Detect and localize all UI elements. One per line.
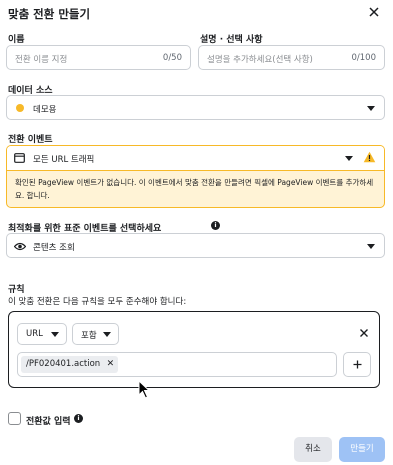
rule-value-input[interactable]: /PF020401.action ✕ bbox=[17, 352, 337, 377]
dialog-header: 맞춤 전환 만들기 bbox=[0, 0, 393, 24]
rule-operator-value: 포함 bbox=[81, 331, 97, 341]
create-custom-conversion-dialog: 맞춤 전환 만들기 이름 전환 이름 지정 0/50 설명 · 선택 사항 설명… bbox=[0, 0, 393, 465]
create-button[interactable]: 만들기 bbox=[339, 437, 385, 462]
rules-description: 이 맞춤 전환은 다음 규칙을 모두 준수해야 합니다: bbox=[8, 297, 187, 307]
dialog-title: 맞춤 전환 만들기 bbox=[8, 7, 91, 21]
name-placeholder: 전환 이름 지정 bbox=[15, 55, 68, 65]
data-source-select[interactable]: 데모용 bbox=[6, 95, 385, 120]
chevron-down-icon bbox=[51, 332, 59, 337]
pageview-warning-message: 확인된 PageView 이벤트가 없습니다. 이 이벤트에서 맞춤 전환을 만… bbox=[15, 178, 374, 200]
plus-icon bbox=[353, 360, 362, 369]
rules-label: 규칙 bbox=[8, 285, 25, 295]
rule-value-chip: /PF020401.action ✕ bbox=[21, 356, 119, 373]
info-icon[interactable]: i bbox=[211, 221, 220, 230]
close-icon[interactable] bbox=[367, 5, 381, 19]
name-input[interactable]: 전환 이름 지정 0/50 bbox=[6, 45, 191, 70]
warning-icon bbox=[363, 151, 376, 163]
rule-field-select[interactable]: URL bbox=[17, 323, 67, 345]
conversion-event-label: 전환 이벤트 bbox=[8, 135, 53, 145]
mouse-pointer-icon bbox=[138, 380, 151, 399]
chevron-down-icon bbox=[367, 244, 375, 249]
conversion-value-label: 전환값 입력 bbox=[26, 417, 71, 427]
cancel-button[interactable]: 취소 bbox=[294, 437, 332, 462]
conversion-event-select[interactable]: 모든 URL 트래픽 bbox=[7, 146, 384, 171]
remove-chip-icon[interactable]: ✕ bbox=[107, 356, 115, 373]
description-placeholder: 설명을 추가하세요(선택 사항) bbox=[207, 55, 313, 65]
optimization-event-value: 콘텐츠 조회 bbox=[33, 243, 75, 253]
chevron-down-icon bbox=[345, 156, 353, 161]
conversion-event-warning-box: 모든 URL 트래픽 확인된 PageView 이벤트가 없습니다. 이 이벤트… bbox=[6, 145, 385, 208]
data-source-dot-icon bbox=[16, 104, 24, 112]
add-rule-value-button[interactable] bbox=[343, 352, 371, 377]
remove-rule-icon[interactable] bbox=[359, 328, 369, 338]
chevron-down-icon bbox=[103, 332, 111, 337]
rule-operator-select[interactable]: 포함 bbox=[72, 323, 119, 345]
description-char-counter: 0/100 bbox=[351, 53, 377, 63]
rule-value-chip-text: /PF020401.action bbox=[26, 359, 101, 369]
conversion-value-checkbox[interactable] bbox=[8, 412, 21, 425]
description-input[interactable]: 설명을 추가하세요(선택 사항) 0/100 bbox=[198, 45, 385, 70]
chevron-down-icon bbox=[367, 106, 375, 111]
data-source-value: 데모용 bbox=[33, 105, 57, 115]
browser-window-icon bbox=[14, 153, 25, 163]
rule-field-value: URL bbox=[26, 329, 43, 339]
optimization-event-select[interactable]: 콘텐츠 조회 bbox=[6, 233, 385, 258]
name-label: 이름 bbox=[8, 35, 25, 45]
rule-group-box: URL 포함 /PF020401.action ✕ bbox=[8, 311, 380, 388]
eye-icon bbox=[14, 242, 26, 251]
description-label: 설명 · 선택 사항 bbox=[200, 35, 263, 45]
info-icon[interactable]: i bbox=[74, 414, 83, 423]
conversion-event-value: 모든 URL 트래픽 bbox=[33, 155, 95, 165]
name-char-counter: 0/50 bbox=[162, 53, 182, 63]
